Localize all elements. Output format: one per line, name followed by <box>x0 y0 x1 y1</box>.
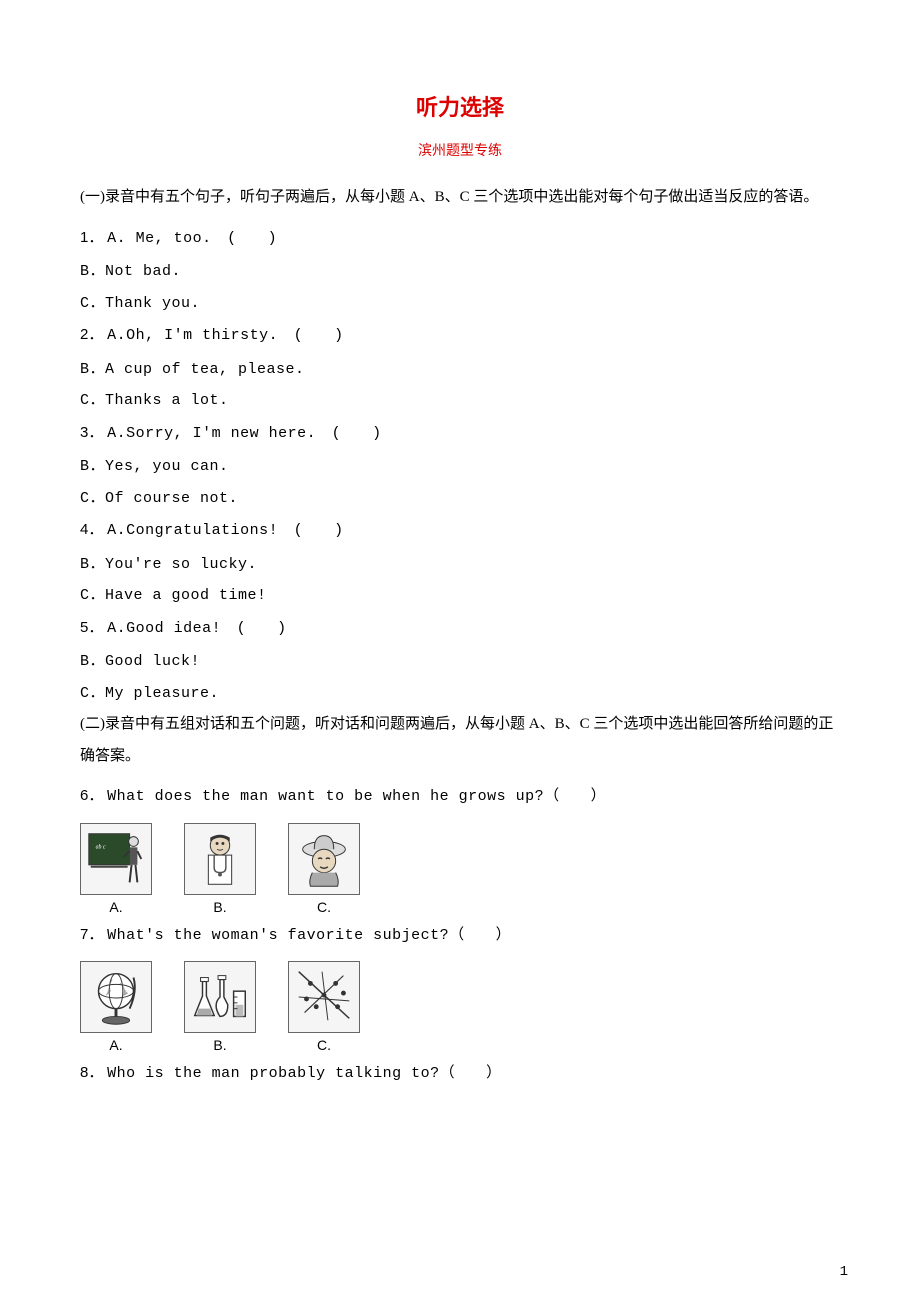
q6-label-a: A. <box>109 899 122 915</box>
question-1-a: 1． A. Me, too. ( ) <box>80 222 840 255</box>
q6-label-c: C. <box>317 899 331 915</box>
section2-intro: (二)录音中有五组对话和五个问题，听对话和问题两遍后，从每小题 A、B、C 三个… <box>80 709 840 772</box>
flasks-chemistry-icon <box>184 961 256 1033</box>
q6-image-row: ab c A. B. <box>80 823 840 915</box>
globe-icon <box>80 961 152 1033</box>
q1-option-b: B．Not bad. <box>80 256 840 288</box>
question-6: 6． What does the man want to be when he … <box>80 780 840 813</box>
q5-option-a: A.Good idea! ( ) <box>107 620 287 637</box>
q7-option-a-box: A. <box>80 961 152 1053</box>
question-2-a: 2． A.Oh, I'm thirsty. ( ) <box>80 319 840 352</box>
svg-text:ab c: ab c <box>96 844 106 850</box>
question-7: 7． What's the woman's favorite subject?（… <box>80 919 840 952</box>
q7-number: 7． <box>80 926 103 943</box>
q2-number: 2． <box>80 326 103 343</box>
question-8: 8． Who is the man probably talking to?（ … <box>80 1057 840 1090</box>
q8-text: Who is the man probably talking to?（ ） <box>107 1065 502 1082</box>
q1-option-a: A. Me, too. ( ) <box>107 230 277 247</box>
q7-label-c: C. <box>317 1037 331 1053</box>
teacher-blackboard-icon: ab c <box>80 823 152 895</box>
q1-option-c: C．Thank you. <box>80 288 840 320</box>
page-subtitle: 滨州题型专练 <box>80 140 840 160</box>
q2-option-a: A.Oh, I'm thirsty. ( ) <box>107 327 344 344</box>
q1-number: 1． <box>80 229 103 246</box>
q7-text: What's the woman's favorite subject?（ ） <box>107 927 511 944</box>
q7-label-b: B. <box>213 1037 226 1053</box>
q6-number: 6． <box>80 787 103 804</box>
q3-option-a: A.Sorry, I'm new here. ( ) <box>107 425 382 442</box>
q4-option-c: C．Have a good time! <box>80 580 840 612</box>
question-5-a: 5． A.Good idea! ( ) <box>80 612 840 645</box>
q4-option-b: B．You're so lucky. <box>80 549 840 581</box>
q2-option-b: B．A cup of tea, please. <box>80 354 840 386</box>
q3-number: 3． <box>80 424 103 441</box>
q5-option-c: C．My pleasure. <box>80 678 840 710</box>
q6-option-b-box: B. <box>184 823 256 915</box>
q3-option-c: C．Of course not. <box>80 483 840 515</box>
q2-option-c: C．Thanks a lot. <box>80 385 840 417</box>
math-graph-icon <box>288 961 360 1033</box>
farmer-hat-icon <box>288 823 360 895</box>
q6-label-b: B. <box>213 899 226 915</box>
q7-option-c-box: C. <box>288 961 360 1053</box>
q6-text: What does the man want to be when he gro… <box>107 788 606 805</box>
doctor-icon <box>184 823 256 895</box>
q3-option-b: B．Yes, you can. <box>80 451 840 483</box>
q5-option-b: B．Good luck! <box>80 646 840 678</box>
q4-number: 4． <box>80 521 103 538</box>
question-4-a: 4． A.Congratulations! ( ) <box>80 514 840 547</box>
q4-option-a: A.Congratulations! ( ) <box>107 522 344 539</box>
q5-number: 5． <box>80 619 103 636</box>
q7-label-a: A. <box>109 1037 122 1053</box>
question-3-a: 3． A.Sorry, I'm new here. ( ) <box>80 417 840 450</box>
page-title: 听力选择 <box>80 90 840 122</box>
q7-image-row: A. B. <box>80 961 840 1053</box>
q8-number: 8． <box>80 1064 103 1081</box>
page-number: 1 <box>840 1264 848 1280</box>
q6-option-a-box: ab c A. <box>80 823 152 915</box>
section1-intro: (一)录音中有五个句子，听句子两遍后，从每小题 A、B、C 三个选项中选出能对每… <box>80 182 840 214</box>
q7-option-b-box: B. <box>184 961 256 1053</box>
q6-option-c-box: C. <box>288 823 360 915</box>
